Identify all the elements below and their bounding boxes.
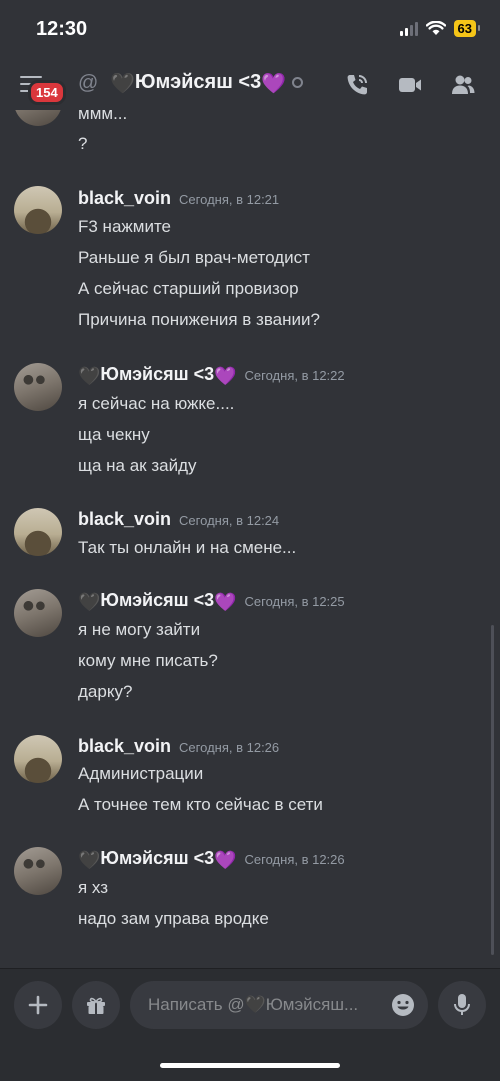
emoji-icon[interactable] [390, 992, 416, 1018]
author-name[interactable]: Юмэйсяш <3 [100, 848, 214, 868]
timestamp: Сегодня, в 12:22 [244, 368, 345, 383]
message-line: F3 нажмите [78, 217, 172, 236]
avatar[interactable] [14, 735, 62, 783]
status-indicators: 63 [399, 20, 481, 37]
message-line: ща на ак зайду [78, 456, 197, 475]
black-heart-emoji: 🖤 [110, 73, 135, 95]
purple-heart-emoji: 💜 [214, 366, 237, 386]
timestamp: Сегодня, в 12:26 [179, 740, 280, 755]
voice-message-button[interactable] [438, 981, 486, 1029]
message-line: я сейчас на южке.... [78, 394, 235, 413]
message-list[interactable]: ммм... ? black_voin Сегодня, в 12:21 F3 н… [0, 110, 500, 968]
wifi-icon [425, 21, 446, 35]
timestamp: Сегодня, в 12:24 [179, 513, 280, 528]
message-header: 🖤Юмэйсяш <3💜 Сегодня, в 12:26 [78, 848, 345, 871]
microphone-icon [454, 994, 470, 1015]
author-name[interactable]: Юмэйсяш <3 [100, 590, 214, 610]
avatar[interactable] [14, 186, 62, 234]
author-name[interactable]: Юмэйсяш <3 [100, 364, 214, 384]
scrollbar[interactable] [491, 625, 494, 955]
message-header: 🖤Юмэйсяш <3💜 Сегодня, в 12:25 [78, 590, 345, 613]
author-name[interactable]: black_voin [78, 188, 171, 208]
author-name[interactable]: black_voin [78, 509, 171, 529]
message-line: надо зам управа вродке [78, 909, 269, 928]
avatar[interactable] [14, 847, 62, 895]
message-line: Причина понижения в звании? [78, 310, 320, 329]
timestamp: Сегодня, в 12:21 [179, 192, 280, 207]
avatar[interactable] [14, 589, 62, 637]
message-line: я не могу зайти [78, 620, 201, 639]
message-line: ммм... [78, 110, 128, 123]
message-header: black_voin Сегодня, в 12:21 [78, 188, 279, 209]
video-camera-icon[interactable] [397, 72, 423, 98]
purple-heart-emoji: 💜 [214, 592, 237, 612]
message-header: black_voin Сегодня, в 12:24 [78, 509, 279, 530]
phone-call-icon[interactable] [344, 72, 370, 98]
message-line: ща чекну [78, 425, 150, 444]
gift-button[interactable] [72, 981, 120, 1029]
black-heart-emoji: 🖤 [78, 366, 101, 386]
message-line: Администрации [78, 764, 204, 783]
message-input[interactable]: Написать @🖤Юмэйсяш... [130, 981, 428, 1029]
message-line: ? [78, 134, 88, 153]
avatar[interactable] [14, 110, 62, 126]
black-heart-emoji: 🖤 [78, 592, 101, 612]
dm-at-symbol: @ [78, 72, 99, 94]
purple-heart-emoji: 💜 [214, 850, 237, 870]
message-line: А сейчас старший провизор [78, 279, 299, 298]
purple-heart-emoji: 💜 [261, 73, 287, 95]
home-indicator[interactable] [160, 1063, 340, 1068]
gift-icon [87, 997, 105, 1014]
avatar[interactable] [14, 363, 62, 411]
message-header: 🖤Юмэйсяш <3💜 Сегодня, в 12:22 [78, 364, 345, 387]
author-name[interactable]: black_voin [78, 736, 171, 756]
timestamp: Сегодня, в 12:25 [244, 594, 345, 609]
message-header: black_voin Сегодня, в 12:26 [78, 736, 279, 757]
plus-icon [28, 995, 48, 1015]
offline-status-icon [292, 77, 304, 89]
attach-button[interactable] [14, 981, 62, 1029]
channel-title[interactable]: 🖤Юмэйсяш <3💜 [110, 71, 304, 96]
message-line: дарку? [78, 682, 133, 701]
cellular-signal-icon [399, 21, 418, 36]
message-input-placeholder: Написать @🖤Юмэйсяш... [148, 995, 359, 1014]
message-line: Так ты онлайн и на смене... [78, 538, 297, 557]
status-bar: 12:30 63 [0, 0, 500, 60]
message-line: кому мне писать? [78, 651, 218, 670]
battery-indicator: 63 [453, 20, 481, 37]
black-heart-emoji: 🖤 [78, 850, 101, 870]
members-icon[interactable] [450, 72, 476, 98]
channel-title-name: Юмэйсяш <3 [134, 71, 262, 93]
status-time: 12:30 [36, 18, 88, 40]
message-line: Раньше я был врач-методист [78, 248, 310, 267]
notification-badge: 154 [28, 80, 66, 105]
avatar[interactable] [14, 508, 62, 556]
message-line: А точнее тем кто сейчас в сети [78, 795, 323, 814]
message-line: я хз [78, 878, 109, 897]
timestamp: Сегодня, в 12:26 [244, 852, 345, 867]
chat-header: 154 @ 🖤Юмэйсяш <3💜 [0, 60, 500, 110]
